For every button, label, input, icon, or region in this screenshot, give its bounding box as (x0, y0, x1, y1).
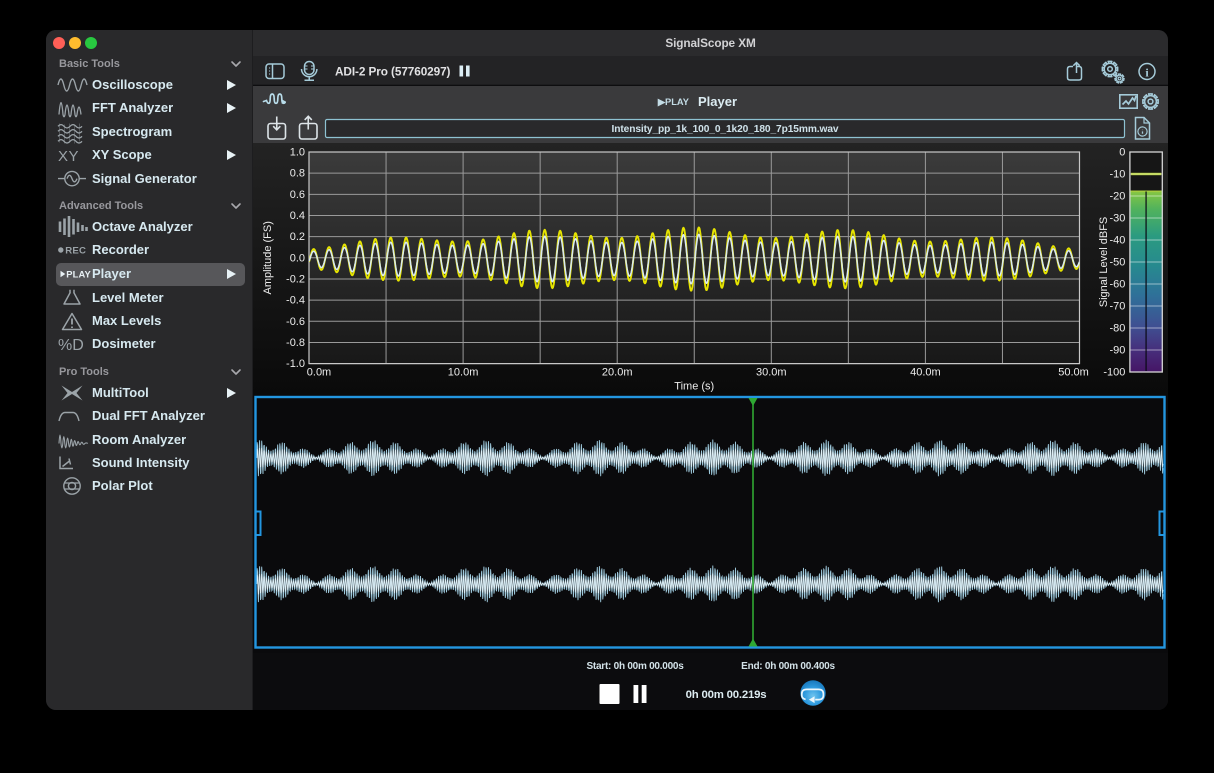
svg-text:XY: XY (58, 148, 79, 165)
svg-text:0.0m: 0.0m (307, 367, 331, 379)
svg-text:End: 0h 00m 00.400s: End: 0h 00m 00.400s (741, 661, 835, 672)
svg-text:PLAY: PLAY (66, 269, 91, 280)
svg-text:-1.0: -1.0 (286, 358, 305, 370)
svg-text:0h 00m 00.219s: 0h 00m 00.219s (686, 689, 767, 701)
svg-text:0.8: 0.8 (290, 168, 305, 180)
svg-text:Player: Player (698, 94, 737, 109)
svg-text:0.2: 0.2 (290, 231, 305, 243)
svg-text:1.0: 1.0 (290, 147, 305, 159)
svg-text:0.4: 0.4 (290, 210, 305, 222)
svg-text:REC: REC (65, 246, 86, 257)
svg-text:-30: -30 (1109, 213, 1125, 225)
svg-text:▶PLAY: ▶PLAY (657, 97, 690, 107)
svg-text:Amplitude (FS): Amplitude (FS) (262, 221, 274, 294)
svg-text:-0.6: -0.6 (286, 316, 305, 328)
svg-text:10.0m: 10.0m (448, 367, 479, 379)
svg-text:-90: -90 (1109, 345, 1125, 357)
svg-text:-0.4: -0.4 (286, 295, 305, 307)
svg-text:Time (s): Time (s) (674, 381, 714, 393)
svg-text:Intensity_pp_1k_100_0_1k20_180: Intensity_pp_1k_100_0_1k20_180_7p15mm.wa… (612, 124, 839, 135)
svg-text:Signal Level dBFS: Signal Level dBFS (1098, 217, 1110, 308)
svg-text:-20: -20 (1109, 191, 1125, 203)
svg-text:0.6: 0.6 (290, 189, 305, 201)
svg-text:-60: -60 (1109, 279, 1125, 291)
svg-text:-70: -70 (1109, 301, 1125, 313)
svg-text:-0.8: -0.8 (286, 337, 305, 349)
svg-text:Start: 0h 00m 00.000s: Start: 0h 00m 00.000s (586, 661, 684, 672)
svg-text:-10: -10 (1109, 169, 1125, 181)
svg-text:-50: -50 (1109, 257, 1125, 269)
svg-text:0.0: 0.0 (290, 252, 305, 264)
svg-text:-40: -40 (1109, 235, 1125, 247)
svg-text:30.0m: 30.0m (756, 367, 787, 379)
svg-text:-80: -80 (1109, 323, 1125, 335)
svg-text:20.0m: 20.0m (602, 367, 633, 379)
svg-text:ADI-2 Pro (57760297): ADI-2 Pro (57760297) (335, 64, 451, 78)
svg-text:i: i (1145, 65, 1149, 79)
svg-text:%D: %D (58, 337, 84, 354)
svg-text:-100: -100 (1103, 367, 1125, 379)
svg-text:50.0m: 50.0m (1058, 367, 1089, 379)
svg-text:-0.2: -0.2 (286, 273, 305, 285)
svg-text:0: 0 (1119, 147, 1125, 159)
svg-text:40.0m: 40.0m (910, 367, 941, 379)
